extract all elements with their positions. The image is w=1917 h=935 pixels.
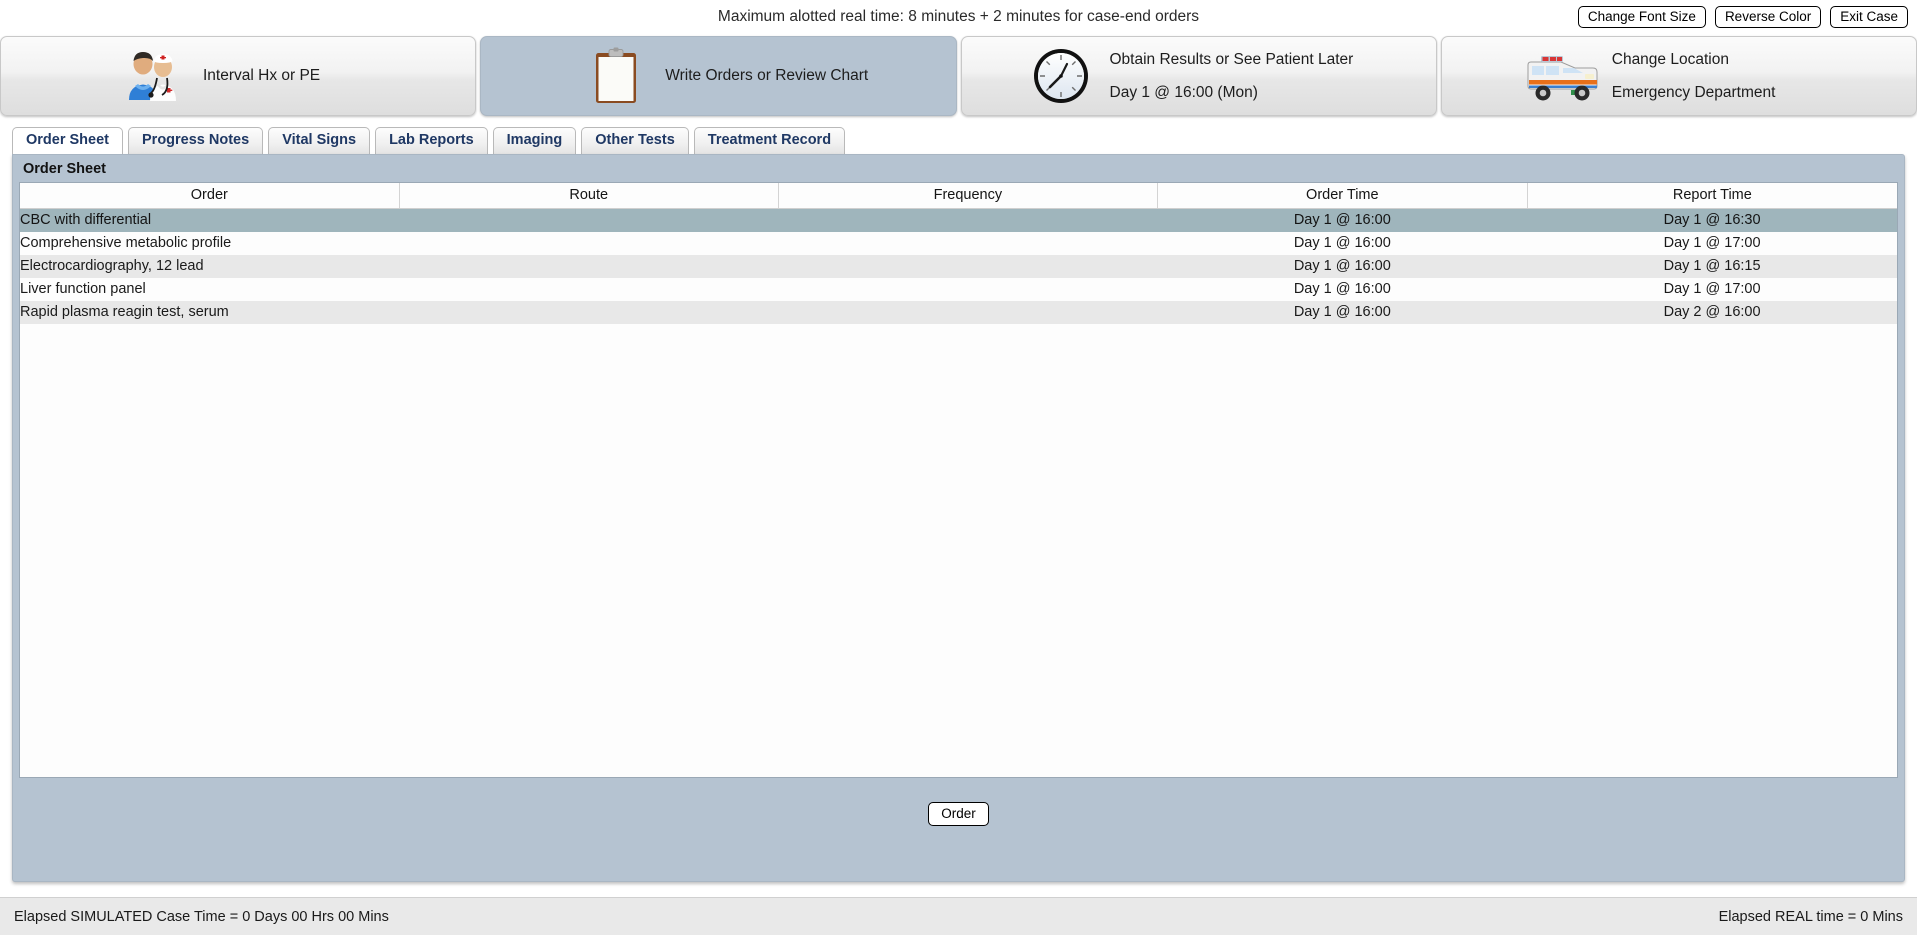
- cell-frequency: [778, 301, 1157, 324]
- action-panel-label: Interval Hx or PE: [203, 67, 321, 84]
- order-table-header: Order Route Frequency Order Time Report …: [20, 183, 1897, 209]
- cell-route: [399, 209, 778, 233]
- column-header-order-time[interactable]: Order Time: [1157, 183, 1528, 209]
- panel-title: Order Sheet: [23, 161, 106, 177]
- table-row[interactable]: Electrocardiography, 12 lead Day 1 @ 16:…: [20, 255, 1897, 278]
- top-bar: Maximum alotted real time: 8 minutes + 2…: [0, 0, 1917, 36]
- order-table-body: CBC with differential Day 1 @ 16:00 Day …: [20, 208, 1897, 324]
- cell-order-time: Day 1 @ 16:00: [1293, 258, 1391, 274]
- tab-lab-reports[interactable]: Lab Reports: [375, 127, 488, 154]
- table-row[interactable]: Comprehensive metabolic profile Day 1 @ …: [20, 232, 1897, 255]
- cell-route: [399, 278, 778, 301]
- reverse-color-button[interactable]: Reverse Color: [1714, 6, 1822, 28]
- cell-frequency: [778, 209, 1157, 233]
- cell-route: [399, 301, 778, 324]
- order-table-header-row: Order Route Frequency Order Time Report …: [20, 183, 1897, 209]
- tab-progress-notes[interactable]: Progress Notes: [128, 127, 264, 154]
- cell-order: Rapid plasma reagin test, serum: [20, 304, 229, 320]
- action-panel-row: Interval Hx or PE Write Orders or Review…: [0, 36, 1917, 116]
- order-sheet-panel: Order Sheet Order Route Frequency Order …: [12, 154, 1905, 882]
- action-panel-labels: Write Orders or Review Chart: [665, 67, 868, 85]
- exit-case-button[interactable]: Exit Case: [1830, 6, 1908, 28]
- action-panel-write-orders-or-review-chart[interactable]: Write Orders or Review Chart: [480, 36, 957, 116]
- cell-report-time: Day 1 @ 16:30: [1663, 212, 1761, 228]
- column-header-route[interactable]: Route: [399, 183, 779, 209]
- table-row[interactable]: Liver function panel Day 1 @ 16:00 Day 1…: [20, 278, 1897, 301]
- order-table: Order Route Frequency Order Time Report …: [20, 183, 1897, 324]
- column-header-report-time[interactable]: Report Time: [1527, 183, 1897, 209]
- cell-order: Liver function panel: [20, 281, 146, 297]
- table-row[interactable]: CBC with differential Day 1 @ 16:00 Day …: [20, 208, 1897, 233]
- order-button[interactable]: Order: [928, 802, 989, 826]
- action-panel-labels: Change Location Emergency Department: [1612, 51, 1776, 102]
- action-panel-label: Write Orders or Review Chart: [665, 67, 869, 84]
- change-font-size-button[interactable]: Change Font Size: [1577, 6, 1706, 28]
- cell-report-time: Day 1 @ 16:15: [1663, 258, 1761, 274]
- clipboard-icon: [573, 47, 659, 105]
- cell-report-time: Day 1 @ 17:00: [1663, 281, 1761, 297]
- cell-order-time: Day 1 @ 16:00: [1293, 235, 1391, 251]
- action-panel-sublabel-current-time: Day 1 @ 16:00 (Mon): [1109, 83, 1258, 101]
- elapsed-simulated-time: Elapsed SIMULATED Case Time = 0 Days 00 …: [14, 908, 389, 925]
- cell-route: [399, 255, 778, 278]
- action-panel-label: Obtain Results or See Patient Later: [1109, 50, 1354, 68]
- order-table-container[interactable]: Order Route Frequency Order Time Report …: [19, 182, 1898, 778]
- tab-imaging[interactable]: Imaging: [492, 127, 577, 154]
- tab-other-tests[interactable]: Other Tests: [581, 127, 689, 154]
- cell-order-time: Day 1 @ 16:00: [1293, 212, 1391, 228]
- cell-order-time: Day 1 @ 16:00: [1293, 304, 1391, 320]
- chart-tab-strip: Order Sheet Progress Notes Vital Signs L…: [0, 126, 1917, 154]
- cell-order: CBC with differential: [20, 212, 152, 228]
- cell-report-time: Day 2 @ 16:00: [1663, 304, 1761, 320]
- cell-frequency: [778, 232, 1157, 255]
- patient-doctor-icon: [111, 48, 197, 104]
- elapsed-real-time: Elapsed REAL time = 0 Mins: [1718, 908, 1903, 925]
- cell-frequency: [778, 255, 1157, 278]
- cell-order-time: Day 1 @ 16:00: [1293, 281, 1391, 297]
- top-bar-button-group: Change Font Size Reverse Color Exit Case: [1577, 6, 1908, 28]
- clock-icon: [1018, 47, 1104, 105]
- action-panel-labels: Interval Hx or PE: [203, 67, 320, 85]
- ambulance-icon: [1520, 50, 1606, 102]
- tab-treatment-record[interactable]: Treatment Record: [693, 127, 846, 154]
- cell-order: Electrocardiography, 12 lead: [20, 258, 204, 274]
- action-panel-label: Change Location: [1611, 50, 1729, 68]
- status-bar: Elapsed SIMULATED Case Time = 0 Days 00 …: [0, 897, 1917, 935]
- cell-route: [399, 232, 778, 255]
- action-panel-interval-hx-or-pe[interactable]: Interval Hx or PE: [0, 36, 477, 116]
- column-header-order[interactable]: Order: [20, 183, 400, 209]
- action-panel-change-location[interactable]: Change Location Emergency Department: [1440, 36, 1917, 116]
- tab-order-sheet[interactable]: Order Sheet: [12, 127, 123, 154]
- cell-order: Comprehensive metabolic profile: [20, 235, 232, 251]
- cell-frequency: [778, 278, 1157, 301]
- action-panel-labels: Obtain Results or See Patient Later Day …: [1110, 51, 1354, 102]
- order-button-row: Order: [19, 778, 1898, 875]
- tab-vital-signs[interactable]: Vital Signs: [268, 127, 371, 154]
- action-panel-obtain-results-or-see-patient-later[interactable]: Obtain Results or See Patient Later Day …: [960, 36, 1437, 116]
- column-header-frequency[interactable]: Frequency: [778, 183, 1158, 209]
- action-panel-sublabel-location: Emergency Department: [1611, 83, 1776, 101]
- cell-report-time: Day 1 @ 17:00: [1663, 235, 1761, 251]
- table-row[interactable]: Rapid plasma reagin test, serum Day 1 @ …: [20, 301, 1897, 324]
